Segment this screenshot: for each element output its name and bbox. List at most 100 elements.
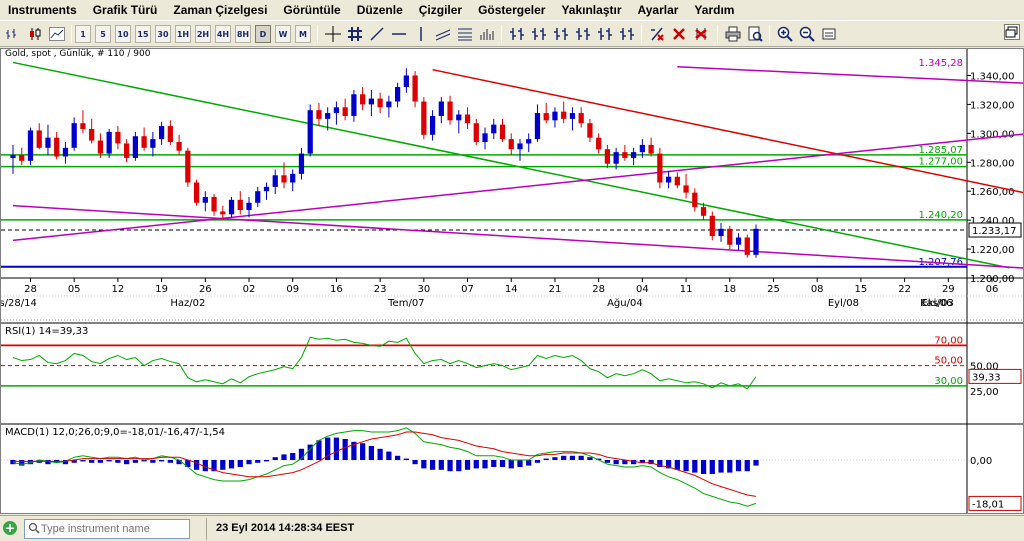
toolbar: 1 5 10 15 30 1H 2H 4H 8H D W M [0,20,1024,47]
level-label: 1.277,00 [918,157,963,168]
print-preview-icon[interactable] [745,25,765,43]
candle-body [552,111,558,121]
rsi-indicator-icon[interactable] [507,25,527,43]
menu-8[interactable]: Ayarlar [630,3,687,17]
macd-hist-bar [272,457,278,460]
candle-body [290,173,296,183]
candle-body [421,101,427,135]
timeframe-10-button[interactable]: 10 [115,25,131,43]
candle-body [298,153,305,174]
timeframe-1h-button[interactable]: 1H [175,25,191,43]
macd-hist-bar [377,448,383,460]
add-instrument-icon[interactable]: + [3,521,17,535]
macd-axis-label: 0,00 [970,456,992,467]
timeframe-1-button[interactable]: 1 [75,25,91,43]
timeframe-2h-button[interactable]: 2H [195,25,211,43]
candle-body [246,202,252,211]
grid-icon[interactable] [345,25,365,43]
macd-hist-bar [552,457,558,460]
timeframe-d-button[interactable]: D [255,25,271,43]
macd-hist-bar [290,453,296,460]
restore-window-icon[interactable] [1004,24,1020,40]
macd-hist-bar [718,460,724,473]
menu-9[interactable]: Yardım [686,3,742,17]
macd-hist-bar [464,460,471,470]
menu-1[interactable]: Grafik Türü [85,3,166,17]
delete-indicator-icon[interactable] [647,25,667,43]
search-icon [28,522,40,534]
x-tick-label: 04 [636,284,649,295]
timeframe-m-button[interactable]: M [295,25,311,43]
chart-panel[interactable]: Gold, spot , Günlük, # 110 / 900 1.200,0… [0,48,1024,514]
candle-body [482,133,488,143]
stochastic-indicator-icon[interactable] [551,25,571,43]
vline-tool-icon[interactable] [411,25,431,43]
x-month-label: Kas/03 [920,298,954,309]
volume-icon[interactable] [477,25,497,43]
timeframe-4h-button[interactable]: 4H [215,25,231,43]
ma-indicator-icon[interactable] [595,25,615,43]
menu-7[interactable]: Yakınlaştır [553,3,629,17]
candle-body [263,186,270,192]
hline-tool-icon[interactable] [389,25,409,43]
macd-hist-bar [106,460,112,462]
timeframe-15-button[interactable]: 15 [135,25,151,43]
rsi-axis-label: 25,00 [970,387,999,398]
bollinger-indicator-icon[interactable] [573,25,593,43]
candle-body [89,128,95,141]
zoom-out-icon[interactable] [797,25,817,43]
toolbar-separator [317,25,318,43]
candle-body [456,114,462,121]
x-month-label: Eyl/08 [828,298,859,309]
candle-body [202,196,208,203]
menu-0[interactable]: Instruments [0,3,85,17]
menu-3[interactable]: Görüntüle [275,3,348,17]
print-icon[interactable] [723,25,743,43]
candle-chart-icon[interactable] [25,25,45,43]
timeframe-8h-button[interactable]: 8H [235,25,251,43]
chart-svg[interactable]: 1.200,001.220,001.240,001.260,001.280,00… [1,49,1023,513]
status-bar: + 23 Eyl 2014 14:28:34 EEST [0,515,1024,541]
x-tick-label: 14 [505,284,518,295]
menu-4[interactable]: Düzenle [349,3,411,17]
menu-5[interactable]: Çizgiler [411,3,470,17]
candle-body [360,94,366,105]
sar-indicator-icon[interactable] [617,25,637,43]
candle-body [569,113,576,119]
candle-body [80,123,86,129]
delete-icon[interactable] [669,25,689,43]
delete-all-icon[interactable] [691,25,711,43]
candle-body [307,110,313,154]
crosshair-icon[interactable] [323,25,343,43]
timeframe-w-button[interactable]: W [275,25,291,43]
menu-6[interactable]: Göstergeler [470,3,553,17]
x-tick-label: 25 [767,284,780,295]
candle-body [709,215,715,237]
zoom-in-icon[interactable] [775,25,795,43]
menu-2[interactable]: Zaman Çizelgesi [165,3,275,17]
x-tick-label: 28 [592,284,605,295]
line-chart-icon[interactable] [47,25,67,43]
fit-chart-icon[interactable] [819,25,839,43]
macd-hist-bar [124,460,130,465]
instrument-search-input[interactable] [24,519,190,539]
x-tick-label: 28 [24,284,37,295]
candle-body [631,152,637,158]
timeframe-30-button[interactable]: 30 [155,25,171,43]
candle-body [351,94,357,116]
macd-label: MACD(1) 12,0;26,0;9,0=-18,01/-16,47/-1,5… [5,427,225,438]
fibonacci-tool-icon[interactable] [455,25,475,43]
macd-hist-bar [412,460,418,465]
candle-body [718,228,724,237]
candle-body [517,143,523,150]
candle-body [193,182,200,203]
line-tool-icon[interactable] [367,25,387,43]
macd-hist-bar [360,443,366,460]
bar-chart-icon[interactable] [3,25,23,43]
rsi-level-label: 70,00 [934,335,963,346]
macd-hist-bar [421,460,427,469]
macd-indicator-icon[interactable] [529,25,549,43]
timeframe-5-button[interactable]: 5 [95,25,111,43]
candle-body [167,126,173,143]
channel-tool-icon[interactable] [433,25,453,43]
